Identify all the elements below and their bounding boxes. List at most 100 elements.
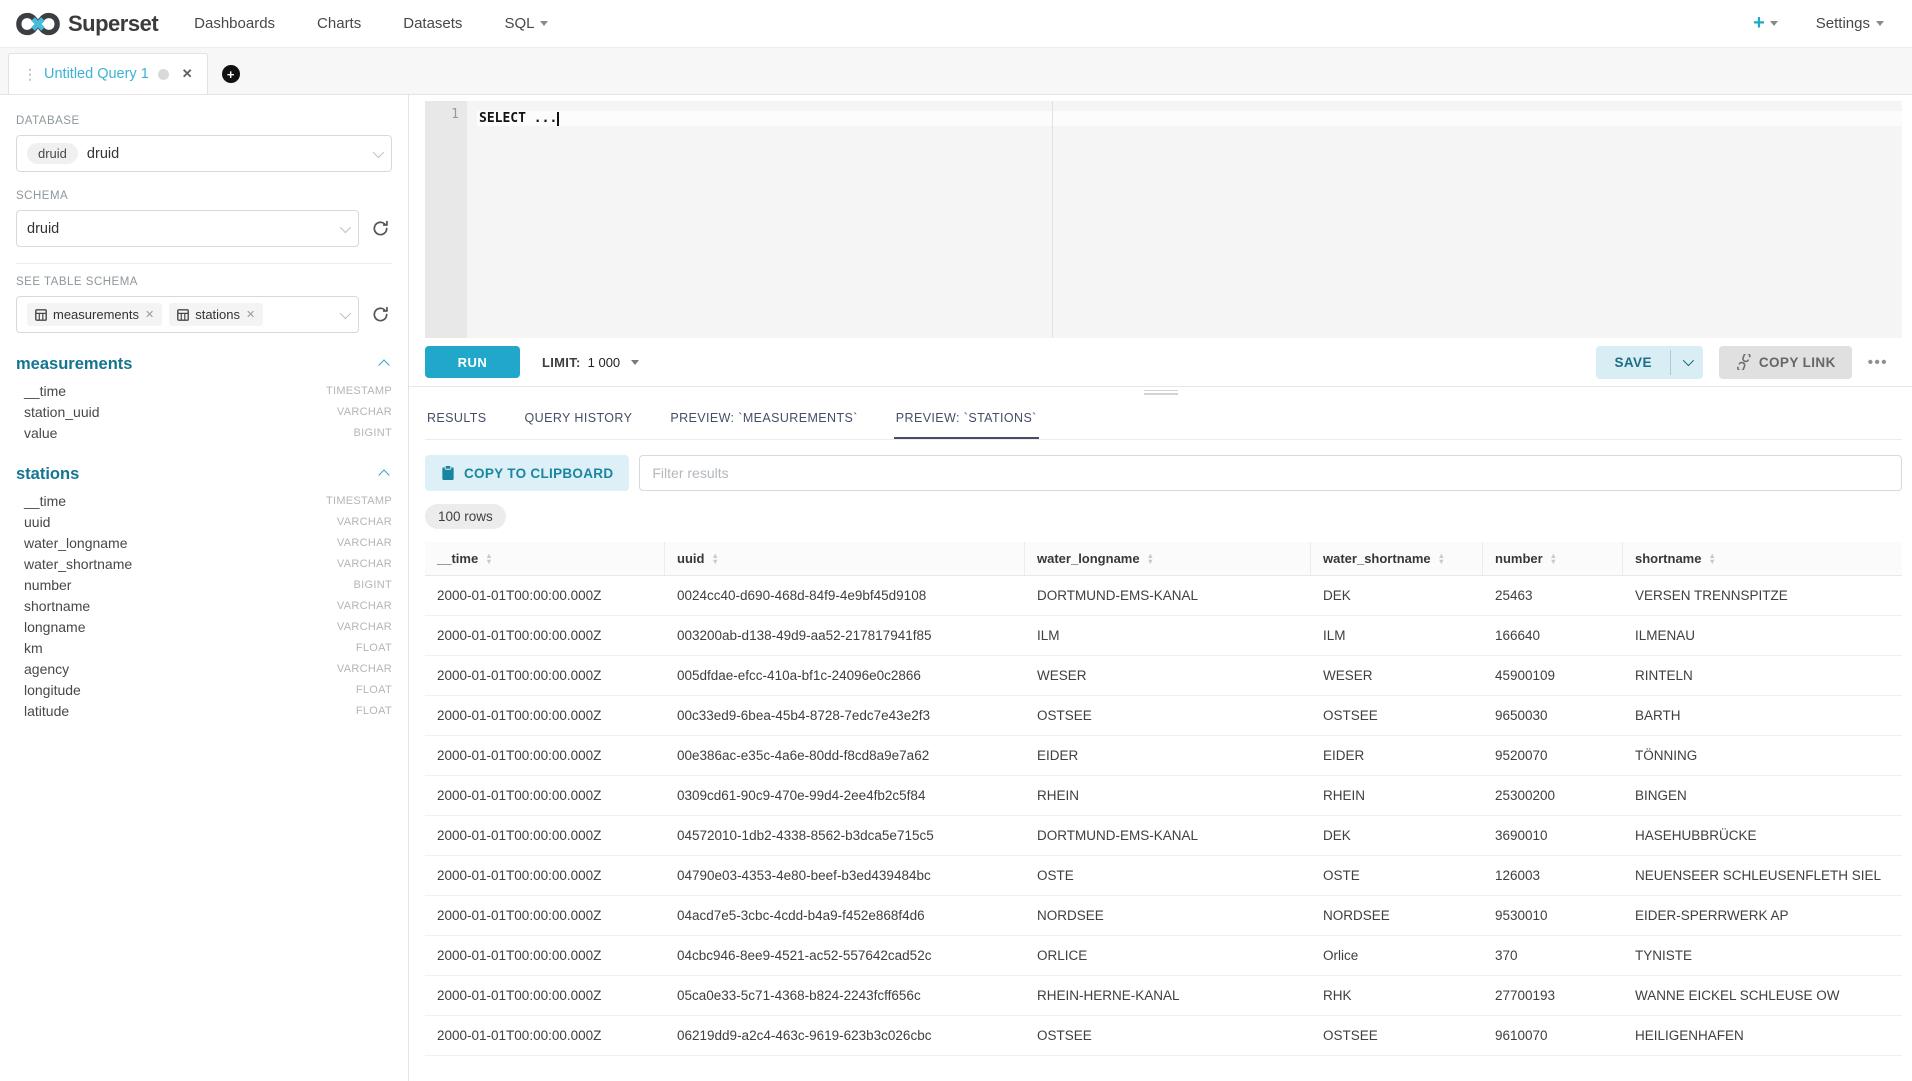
- sort-icon[interactable]: ▲▼: [1438, 553, 1445, 564]
- column-header-water_shortname[interactable]: water_shortname▲▼: [1311, 542, 1483, 575]
- column-name: agency: [24, 661, 69, 677]
- table-cell: EIDER-SPERRWERK AP: [1623, 896, 1902, 935]
- table-cell: 2000-01-01T00:00:00.000Z: [425, 616, 665, 655]
- nav-dashboards[interactable]: Dashboards: [194, 15, 275, 32]
- filter-results-input[interactable]: [639, 455, 1902, 491]
- table-cell: 003200ab-d138-49d9-aa52-217817941f85: [665, 616, 1025, 655]
- table-cell: 06219dd9-a2c4-463c-9619-623b3c026cbc: [665, 1016, 1025, 1055]
- results-tab-preview-stations[interactable]: PREVIEW: `STATIONS`: [894, 397, 1039, 439]
- new-item-menu[interactable]: +: [1753, 12, 1778, 35]
- column-header-label: shortname: [1635, 551, 1701, 566]
- column-name: station_uuid: [24, 404, 100, 420]
- save-options-button[interactable]: [1671, 346, 1703, 379]
- table-cell: WESER: [1311, 656, 1483, 695]
- column-header-number[interactable]: number▲▼: [1483, 542, 1623, 575]
- sql-editor[interactable]: 1 SELECT ...: [425, 101, 1902, 338]
- sort-icon[interactable]: ▲▼: [1147, 553, 1154, 564]
- schema-table-header[interactable]: measurements: [16, 355, 392, 374]
- save-query-split-button[interactable]: SAVE: [1596, 346, 1702, 379]
- table-cell: 2000-01-01T00:00:00.000Z: [425, 1016, 665, 1055]
- close-tab-icon[interactable]: ✕: [182, 66, 193, 82]
- column-type: VARCHAR: [337, 406, 392, 418]
- schema-column-row: __timeTIMESTAMP: [16, 490, 392, 511]
- schema-table-name: stations: [16, 465, 79, 484]
- sort-icon[interactable]: ▲▼: [711, 553, 718, 564]
- query-state-dot: [158, 69, 169, 80]
- table-cell: 2000-01-01T00:00:00.000Z: [425, 976, 665, 1015]
- table-chip-measurements[interactable]: measurements✕: [27, 303, 162, 326]
- table-cell: WESER: [1025, 656, 1311, 695]
- table-cell: BINGEN: [1623, 776, 1902, 815]
- schema-column-row: numberBIGINT: [16, 574, 392, 595]
- table-cell: 27700193: [1483, 976, 1623, 1015]
- copy-link-button[interactable]: COPY LINK: [1719, 346, 1852, 379]
- refresh-schema-button[interactable]: [369, 217, 392, 240]
- drag-handle-icon[interactable]: ⋮: [23, 66, 35, 83]
- column-name: number: [24, 577, 71, 593]
- schema-table-header[interactable]: stations: [16, 465, 392, 484]
- nav-datasets[interactable]: Datasets: [403, 15, 462, 32]
- run-query-button[interactable]: RUN: [425, 346, 520, 378]
- schema-column-row: uuidVARCHAR: [16, 511, 392, 532]
- refresh-tables-button[interactable]: [369, 303, 392, 326]
- table-cell: 370: [1483, 936, 1623, 975]
- table-cell: 2000-01-01T00:00:00.000Z: [425, 936, 665, 975]
- more-options-button[interactable]: •••: [1868, 354, 1888, 371]
- pane-resize-handle[interactable]: [409, 387, 1912, 397]
- table-row: 2000-01-01T00:00:00.000Z05ca0e33-5c71-43…: [425, 976, 1902, 1016]
- collapse-icon[interactable]: [378, 469, 389, 480]
- copy-to-clipboard-button[interactable]: COPY TO CLIPBOARD: [425, 455, 629, 491]
- collapse-icon[interactable]: [378, 359, 389, 370]
- limit-dropdown[interactable]: LIMIT: 1 000: [542, 355, 639, 370]
- table-multiselect[interactable]: measurements✕ stations ✕: [16, 296, 359, 333]
- nav-charts[interactable]: Charts: [317, 15, 361, 32]
- remove-chip-icon[interactable]: ✕: [145, 308, 154, 321]
- table-cell: RINTELN: [1623, 656, 1902, 695]
- column-name: uuid: [24, 514, 50, 530]
- schema-table-measurements: measurements__timeTIMESTAMPstation_uuidV…: [16, 355, 392, 443]
- sort-icon[interactable]: ▲▼: [485, 553, 492, 564]
- query-tab-active[interactable]: ⋮ Untitled Query 1 ✕: [8, 53, 208, 94]
- add-tab-button[interactable]: +: [222, 65, 240, 83]
- results-tab-query-history[interactable]: QUERY HISTORY: [523, 397, 635, 439]
- sort-icon[interactable]: ▲▼: [1708, 553, 1715, 564]
- table-cell: OSTSEE: [1311, 1016, 1483, 1055]
- table-cell: OSTE: [1311, 856, 1483, 895]
- column-header-water_longname[interactable]: water_longname▲▼: [1025, 542, 1311, 575]
- column-header-shortname[interactable]: shortname ▲▼: [1623, 542, 1902, 575]
- table-cell: 2000-01-01T00:00:00.000Z: [425, 856, 665, 895]
- chevron-down-icon: [1683, 355, 1694, 366]
- results-tab-preview-measurements[interactable]: PREVIEW: `MEASUREMENTS`: [668, 397, 859, 439]
- table-cell: ILMENAU: [1623, 616, 1902, 655]
- settings-menu[interactable]: Settings: [1816, 15, 1884, 32]
- table-cell: OSTE: [1025, 856, 1311, 895]
- schema-table-stations: stations__timeTIMESTAMPuuidVARCHARwater_…: [16, 465, 392, 721]
- column-name: km: [24, 640, 43, 656]
- schema-select[interactable]: druid: [16, 210, 359, 247]
- database-select[interactable]: druid druid: [16, 135, 392, 172]
- nav-sql-menu[interactable]: SQL: [504, 15, 548, 32]
- row-count-badge: 100 rows: [425, 504, 506, 529]
- table-cell: 2000-01-01T00:00:00.000Z: [425, 816, 665, 855]
- column-name: shortname: [24, 598, 90, 614]
- editor-code-area[interactable]: SELECT ...: [467, 101, 1902, 338]
- table-cell: DEK: [1311, 816, 1483, 855]
- table-cell: 2000-01-01T00:00:00.000Z: [425, 736, 665, 775]
- superset-brand[interactable]: Superset: [16, 11, 158, 37]
- table-cell: DEK: [1311, 576, 1483, 615]
- remove-chip-icon[interactable]: ✕: [246, 308, 255, 321]
- table-chip-label: stations: [195, 307, 240, 322]
- save-query-button[interactable]: SAVE: [1596, 346, 1669, 379]
- results-table: __time▲▼uuid▲▼water_longname▲▼water_shor…: [425, 542, 1902, 1056]
- sort-icon[interactable]: ▲▼: [1550, 553, 1557, 564]
- results-tab-results[interactable]: RESULTS: [425, 397, 489, 439]
- table-chip-stations[interactable]: stations ✕: [169, 303, 263, 326]
- table-icon: [35, 309, 47, 321]
- schema-column-row: valueBIGINT: [16, 422, 392, 443]
- table-cell: 9530010: [1483, 896, 1623, 935]
- table-row: 2000-01-01T00:00:00.000Z06219dd9-a2c4-46…: [425, 1016, 1902, 1056]
- query-tabbar: ⋮ Untitled Query 1 ✕ +: [0, 48, 1912, 95]
- column-header-__time[interactable]: __time▲▼: [425, 542, 665, 575]
- column-header-uuid[interactable]: uuid▲▼: [665, 542, 1025, 575]
- schema-value: druid: [27, 221, 59, 237]
